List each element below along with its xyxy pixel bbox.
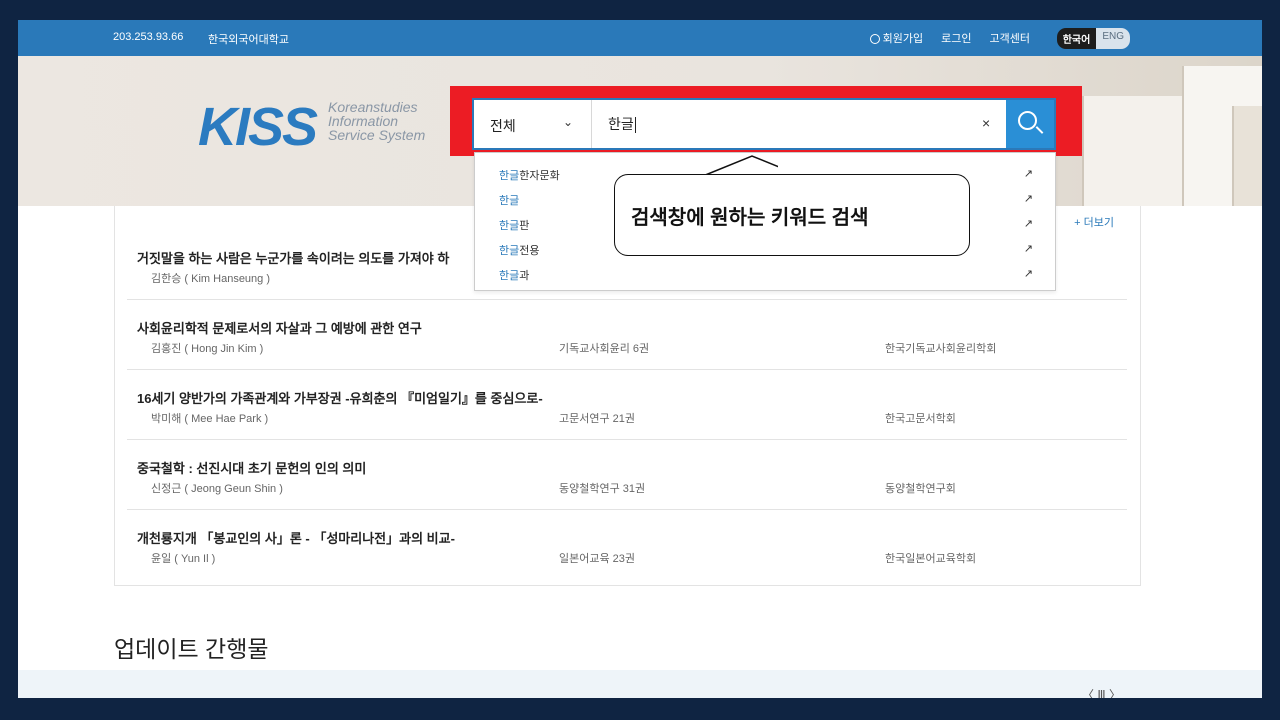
search-category-select[interactable]: 전체 ⌄: [474, 100, 592, 148]
article-author: 김홍진 ( Hong Jin Kim ): [151, 343, 264, 355]
list-item[interactable]: 16세기 양반가의 가족관계와 가부장권 -유희춘의 『미엄일기』를 중심으로-…: [127, 370, 1127, 440]
language-toggle: 한국어 ENG: [1056, 28, 1130, 49]
search-icon: [1018, 111, 1037, 130]
clear-icon[interactable]: ×: [982, 115, 990, 131]
article-title[interactable]: 사회윤리학적 문제로서의 자살과 그 예방에 관한 연구: [137, 318, 422, 337]
lang-korean[interactable]: 한국어: [1056, 28, 1097, 49]
article-publisher: 한국고문서학회: [885, 413, 956, 425]
top-bar: 203.253.93.66 한국외국어대학교 회원가입 로그인 고객센터 한국어…: [18, 20, 1262, 56]
article-journal: 고문서연구 21권: [559, 413, 636, 425]
article-title[interactable]: 16세기 양반가의 가족관계와 가부장권 -유희춘의 『미엄일기』를 중심으로-: [137, 388, 543, 407]
callout-text: 검색창에 원하는 키워드 검색: [631, 207, 869, 229]
list-item[interactable]: 중국철학 : 선진시대 초기 문헌의 인의 의미 신정근 ( Jeong Geu…: [127, 440, 1127, 510]
article-journal: 동양철학연구 31권: [559, 483, 646, 495]
article-journal: 일본어교육 23권: [559, 553, 636, 565]
account-links: 회원가입 로그인 고객센터: [869, 30, 1030, 46]
support-link[interactable]: 고객센터: [990, 30, 1030, 46]
signup-link[interactable]: 회원가입: [869, 30, 923, 46]
list-item[interactable]: 개천룡지개 「봉교인의 사」론 - 「성마리나전」과의 비교- 윤일 ( Yun…: [127, 510, 1127, 580]
article-publisher: 동양철학연구회: [885, 483, 956, 495]
search-input[interactable]: 한글: [608, 114, 636, 134]
login-link[interactable]: 로그인: [941, 30, 971, 46]
article-author: 박미해 ( Mee Hae Park ): [151, 413, 269, 425]
article-author: 신정근 ( Jeong Geun Shin ): [151, 483, 283, 495]
article-title[interactable]: 중국철학 : 선진시대 초기 문헌의 인의 의미: [137, 458, 366, 477]
list-item[interactable]: 사회윤리학적 문제로서의 자살과 그 예방에 관한 연구 김홍진 ( Hong …: [127, 300, 1127, 370]
chevron-down-icon: ⌄: [562, 115, 573, 129]
logo-subtitle: Koreanstudies Information Service System: [328, 99, 426, 143]
carousel-pager[interactable]: 〈 Ⅲ 〉: [1082, 686, 1121, 698]
article-author: 김한승 ( Kim Hanseung ): [151, 273, 271, 285]
kiss-logo[interactable]: KISS Koreanstudies Information Service S…: [198, 96, 425, 158]
article-publisher: 한국일본어교육학회: [885, 553, 977, 565]
ip-address: 203.253.93.66: [113, 31, 184, 43]
search-bar: 전체 ⌄ 한글 ×: [472, 98, 1056, 150]
search-button[interactable]: [1006, 100, 1054, 148]
updates-carousel: [18, 670, 1262, 698]
institution-name: 한국외국어대학교: [208, 34, 289, 46]
annotation-callout: 검색창에 원하는 키워드 검색: [614, 174, 970, 256]
article-title[interactable]: 개천룡지개 「봉교인의 사」론 - 「성마리나전」과의 비교-: [137, 528, 455, 547]
arrow-up-right-icon[interactable]: ↗: [1024, 192, 1033, 205]
more-link[interactable]: + 더보기: [1074, 214, 1114, 230]
article-title[interactable]: 거짓말을 하는 사람은 누군가를 속이려는 의도를 가져야 하: [137, 248, 449, 267]
suggestion-item[interactable]: 한글한자문화: [499, 167, 560, 183]
article-publisher: 한국기독교사회윤리학회: [885, 343, 997, 355]
article-list: + 더보기 거짓말을 하는 사람은 누군가를 속이려는 의도를 가져야 하 김한…: [114, 206, 1141, 586]
section-heading-updates: 업데이트 간행물: [114, 636, 269, 662]
arrow-up-right-icon[interactable]: ↗: [1024, 167, 1033, 180]
article-author: 윤일 ( Yun Il ): [151, 553, 216, 565]
user-icon: [869, 34, 880, 45]
browser-frame: 203.253.93.66 한국외국어대학교 회원가입 로그인 고객센터 한국어…: [18, 20, 1262, 698]
lang-english[interactable]: ENG: [1096, 28, 1130, 49]
article-journal: 기독교사회윤리 6권: [559, 343, 650, 355]
bookshelf-graphic: [1062, 56, 1262, 206]
